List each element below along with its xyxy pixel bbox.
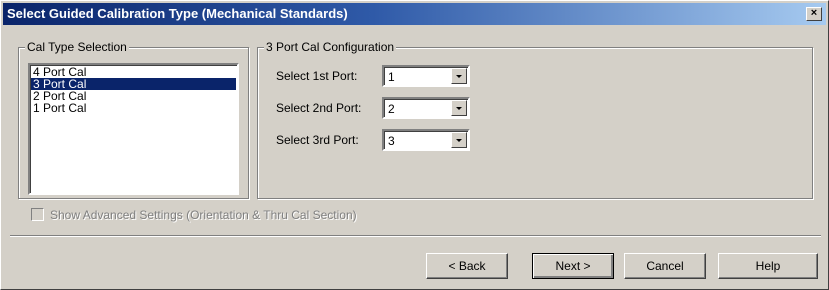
port1-value: 1	[388, 70, 395, 84]
list-item-1-port-cal[interactable]: 1 Port Cal	[31, 102, 236, 114]
port-config-group-label: 3 Port Cal Configuration	[264, 40, 397, 54]
port2-value: 2	[388, 102, 395, 116]
port3-select[interactable]: 3	[382, 129, 470, 151]
back-button[interactable]: < Back	[426, 253, 508, 279]
title-bar: Select Guided Calibration Type (Mechanic…	[3, 3, 826, 25]
close-button[interactable]: ×	[806, 7, 822, 21]
chevron-down-icon[interactable]	[451, 132, 467, 148]
advanced-settings-label: Show Advanced Settings (Orientation & Th…	[50, 208, 357, 222]
advanced-settings-checkbox[interactable]	[31, 208, 44, 221]
port3-label: Select 3rd Port:	[276, 133, 359, 147]
port2-select[interactable]: 2	[382, 97, 470, 119]
port1-label: Select 1st Port:	[276, 69, 358, 83]
cal-type-group-label: Cal Type Selection	[25, 40, 129, 54]
cal-type-listbox[interactable]: 4 Port Cal 3 Port Cal 2 Port Cal 1 Port …	[28, 63, 239, 195]
close-icon: ×	[810, 7, 818, 19]
help-button[interactable]: Help	[718, 253, 818, 279]
port1-select[interactable]: 1	[382, 65, 470, 87]
port3-value: 3	[388, 134, 395, 148]
port2-label: Select 2nd Port:	[276, 101, 362, 115]
window-title: Select Guided Calibration Type (Mechanic…	[7, 6, 348, 21]
next-button[interactable]: Next >	[532, 253, 614, 279]
cancel-button[interactable]: Cancel	[624, 253, 706, 279]
chevron-down-icon[interactable]	[451, 100, 467, 116]
footer-separator	[10, 235, 821, 237]
dialog-window: Select Guided Calibration Type (Mechanic…	[0, 0, 829, 290]
chevron-down-icon[interactable]	[451, 68, 467, 84]
